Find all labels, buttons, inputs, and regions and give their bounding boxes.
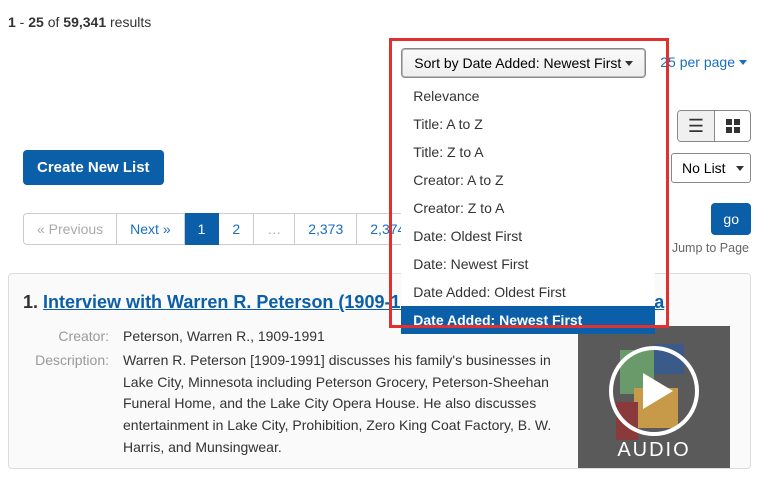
- thumbnail-type-label: AUDIO: [617, 439, 690, 462]
- pagination: « PreviousNext »12…2,3732,374: [23, 213, 419, 245]
- creator-value: Peterson, Warren R., 1909-1991: [123, 326, 325, 348]
- play-icon: [609, 346, 699, 436]
- sort-option[interactable]: Title: Z to A: [401, 138, 655, 166]
- description-value: Warren R. Peterson [1909-1991] discusses…: [123, 350, 558, 458]
- page-prev: « Previous: [23, 213, 117, 245]
- page-number[interactable]: 2,373: [295, 213, 357, 245]
- sort-option[interactable]: Title: A to Z: [401, 110, 655, 138]
- grid-icon: [726, 119, 740, 133]
- result-thumbnail[interactable]: AUDIO: [578, 326, 730, 468]
- creator-label: Creator:: [23, 326, 123, 348]
- page-next[interactable]: Next »: [117, 213, 184, 245]
- jump-to-page-label: Jump to Page: [672, 241, 751, 255]
- sort-option[interactable]: Creator: A to Z: [401, 166, 655, 194]
- jump-go-button[interactable]: go: [711, 203, 751, 235]
- sort-dropdown-menu: RelevanceTitle: A to ZTitle: Z to ACreat…: [401, 82, 655, 334]
- page-ellipsis: …: [254, 213, 295, 245]
- sort-option[interactable]: Date: Newest First: [401, 250, 655, 278]
- per-page-dropdown[interactable]: 25 per page: [656, 48, 751, 76]
- list-view-button[interactable]: ☰: [678, 111, 714, 141]
- page-number[interactable]: 1: [185, 213, 220, 245]
- description-label: Description:: [23, 350, 123, 458]
- sort-option[interactable]: Creator: Z to A: [401, 194, 655, 222]
- grid-view-button[interactable]: [714, 111, 750, 141]
- caret-down-icon: [739, 60, 747, 65]
- sort-option[interactable]: Date Added: Oldest First: [401, 278, 655, 306]
- caret-down-icon: [625, 61, 633, 66]
- sort-option[interactable]: Date: Oldest First: [401, 222, 655, 250]
- list-icon: ☰: [688, 116, 704, 137]
- sort-option[interactable]: Relevance: [401, 82, 655, 110]
- list-select[interactable]: No List: [671, 153, 751, 183]
- sort-option[interactable]: Date Added: Newest First: [401, 306, 655, 334]
- results-count: 1 - 25 of 59,341 results: [8, 14, 751, 30]
- create-new-list-button[interactable]: Create New List: [23, 150, 164, 185]
- page-number[interactable]: 2: [219, 213, 254, 245]
- view-toggle: ☰: [677, 110, 751, 142]
- sort-dropdown-button[interactable]: Sort by Date Added: Newest First: [401, 48, 646, 78]
